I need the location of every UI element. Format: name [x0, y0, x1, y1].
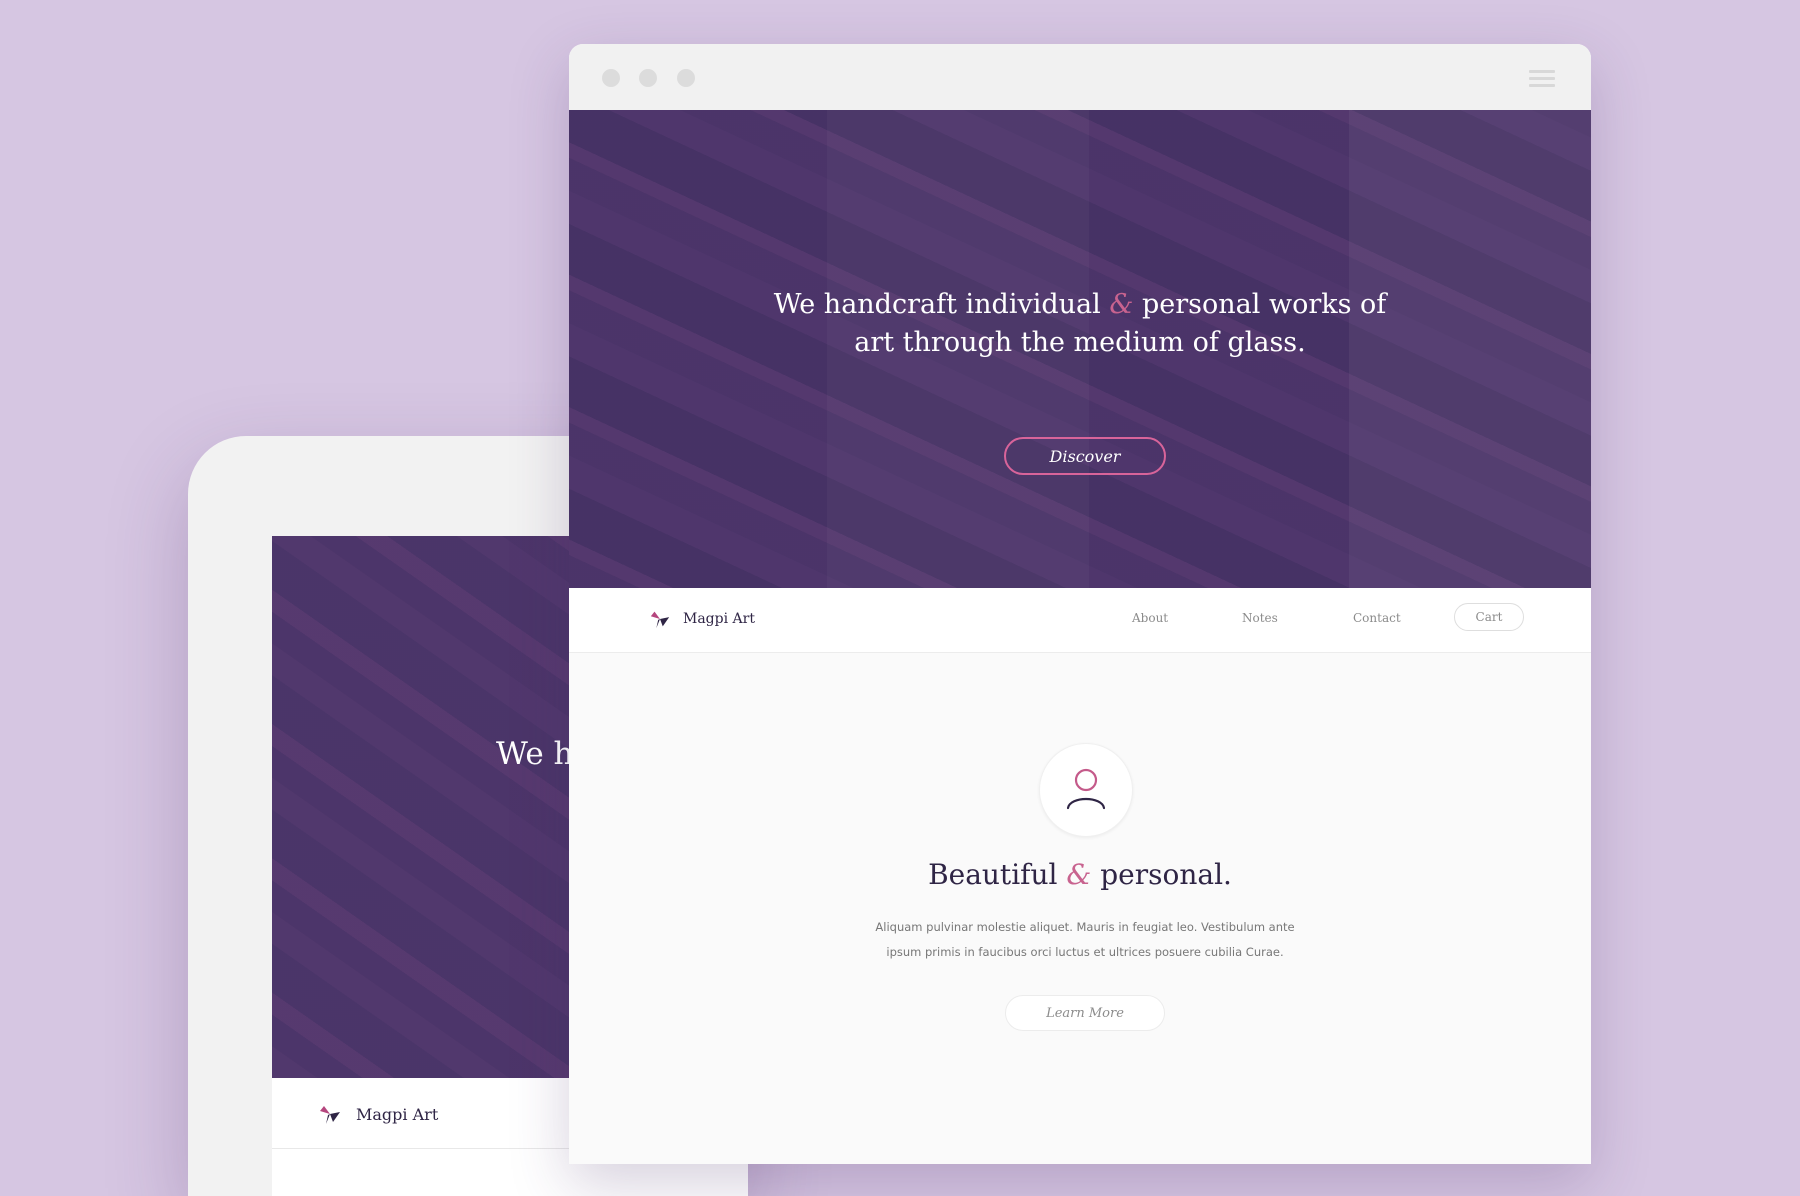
- section-title: Beautiful & personal.: [569, 858, 1591, 891]
- window-minimize-dot[interactable]: [639, 69, 657, 87]
- avatar: [1039, 743, 1133, 837]
- hero-title-part: personal works of: [1141, 289, 1387, 320]
- hero-title-part: We handcraft individual: [773, 289, 1101, 320]
- user-icon: [1066, 768, 1106, 810]
- section-body-text: Aliquam pulvinar molestie aliquet. Mauri…: [875, 920, 1295, 959]
- window-maximize-dot[interactable]: [677, 69, 695, 87]
- ampersand-glyph: &: [1109, 289, 1134, 320]
- hamburger-menu-icon[interactable]: [1529, 70, 1555, 90]
- section-title-part: personal.: [1100, 858, 1232, 891]
- ampersand-glyph: &: [1066, 858, 1092, 891]
- window-close-dot[interactable]: [602, 69, 620, 87]
- nav-link-contact[interactable]: Contact: [1353, 611, 1401, 625]
- magpie-logo-icon: [650, 611, 670, 629]
- discover-button[interactable]: Discover: [1004, 437, 1166, 475]
- navbar: Magpi Art About Notes Contact Cart: [569, 588, 1591, 653]
- tablet-brand-name: Magpi Art: [356, 1104, 439, 1124]
- hero-title-line2: art through the medium of glass.: [854, 327, 1306, 358]
- nav-link-about[interactable]: About: [1132, 611, 1168, 625]
- tablet-brand[interactable]: Magpi Art: [318, 1102, 438, 1126]
- nav-link-notes[interactable]: Notes: [1242, 611, 1278, 625]
- browser-chrome: [569, 44, 1591, 111]
- brand-logo-link[interactable]: Magpi Art: [649, 608, 755, 630]
- learn-more-button[interactable]: Learn More: [1005, 995, 1165, 1031]
- browser-window: We handcraft individual & personal works…: [569, 44, 1591, 1164]
- section-title-part: Beautiful: [928, 858, 1058, 891]
- brand-name: Magpi Art: [683, 611, 755, 627]
- magpie-logo-icon: [320, 1106, 340, 1124]
- hero-title: We handcraft individual & personal works…: [569, 286, 1591, 362]
- feature-section: Beautiful & personal. Aliquam pulvinar m…: [569, 653, 1591, 1164]
- hero-section: We handcraft individual & personal works…: [569, 110, 1591, 588]
- cart-button[interactable]: Cart: [1454, 603, 1524, 631]
